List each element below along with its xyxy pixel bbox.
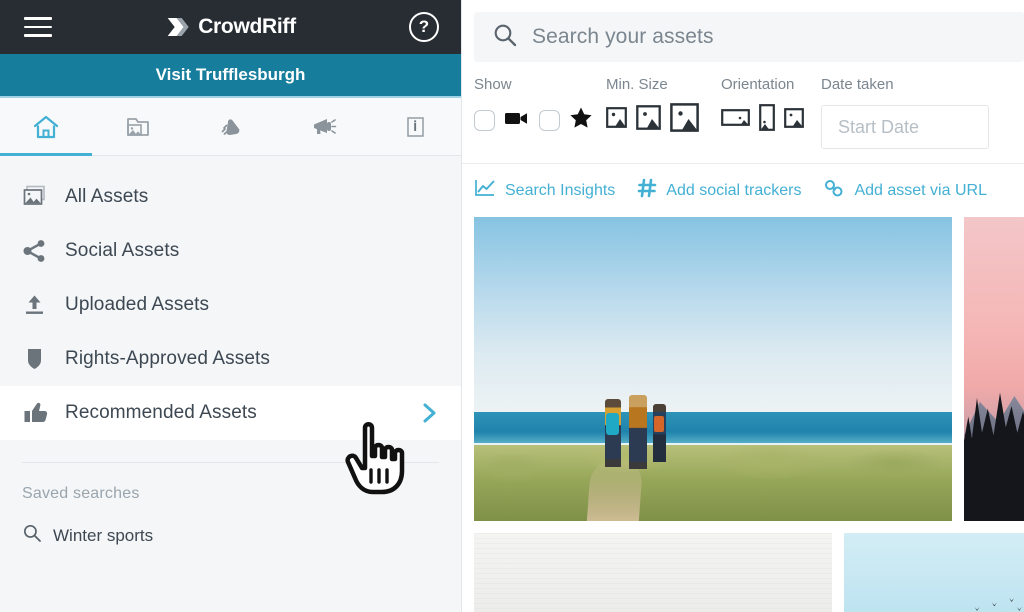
brand-logo-text: CrowdRiff (198, 15, 296, 38)
upload-arrow-icon (22, 292, 56, 318)
video-camera-icon[interactable] (504, 109, 530, 132)
tab-galleries[interactable] (92, 98, 184, 155)
saved-search-label: Winter sports (53, 525, 154, 545)
image-small-icon[interactable] (606, 107, 627, 133)
info-box-icon (407, 116, 424, 137)
sidebar-item-label: Uploaded Assets (65, 294, 210, 315)
filter-checkbox-video[interactable] (474, 109, 495, 131)
sidebar-nav-list: All Assets Social Assets Uploaded Assets… (0, 156, 461, 440)
orientation-portrait-icon[interactable] (759, 104, 775, 136)
asset-card-birds-in-sky[interactable] (844, 533, 1024, 612)
filter-label-date-taken: Date taken (821, 76, 894, 93)
asset-card-sunset-trees[interactable] (964, 217, 1024, 521)
tab-collect[interactable] (184, 98, 276, 155)
sidebar-item-social-assets[interactable]: Social Assets (0, 224, 461, 278)
start-date-placeholder: Start Date (838, 116, 920, 137)
add-social-trackers-link[interactable]: Add social trackers (637, 178, 801, 203)
hand-swipe-icon (221, 118, 239, 135)
saved-searches-heading: Saved searches (22, 485, 140, 502)
help-button[interactable]: ? (409, 12, 439, 42)
chevron-right-icon[interactable] (419, 401, 439, 425)
line-chart-icon (474, 178, 496, 203)
sidebar-item-recommended-assets[interactable]: Recommended Assets (0, 386, 461, 440)
action-label: Search Insights (505, 181, 616, 199)
image-large-icon[interactable] (670, 103, 699, 137)
saved-search-item[interactable]: Winter sports (0, 503, 461, 548)
home-icon (33, 115, 59, 138)
top-header-bar: CrowdRiff ? (0, 0, 461, 54)
shield-icon (22, 346, 56, 372)
filter-group-show: Show (474, 76, 606, 135)
asset-dunes (474, 445, 952, 521)
filter-label-show: Show (474, 76, 512, 93)
star-icon[interactable] (569, 106, 593, 134)
asset-card-beach-walkers[interactable] (474, 217, 952, 521)
asset-path (586, 460, 643, 521)
search-area: Search your assets (462, 0, 1024, 62)
image-medium-icon[interactable] (636, 105, 661, 135)
hashtag-icon (637, 178, 657, 203)
action-label: Add asset via URL (854, 181, 987, 199)
asset-card-dog-in-snow[interactable] (474, 533, 832, 612)
stacked-images-icon (22, 184, 56, 210)
thumbs-up-icon (22, 400, 56, 426)
start-date-input[interactable]: Start Date (821, 105, 989, 149)
search-input-placeholder: Search your assets (532, 25, 714, 48)
main-tab-bar (0, 98, 461, 156)
asset-snow-texture (474, 533, 832, 612)
asset-sky (844, 533, 1024, 612)
sidebar-item-uploaded-assets[interactable]: Uploaded Assets (0, 278, 461, 332)
crowdriff-chevron-logo (167, 18, 189, 36)
add-asset-via-url-link[interactable]: Add asset via URL (823, 178, 987, 203)
filter-label-orientation: Orientation (721, 76, 795, 93)
account-name: Visit Trufflesburgh (155, 65, 306, 84)
tab-home[interactable] (0, 98, 93, 156)
sidebar: CrowdRiff ? Visit Trufflesburgh All Asse… (0, 0, 462, 612)
filter-group-min-size: Min. Size (606, 76, 721, 135)
gallery-row (474, 533, 1024, 612)
filter-bar: Show Min. Size Orientation Date taken St… (462, 62, 1024, 164)
search-icon (492, 22, 518, 53)
brand-logo[interactable]: CrowdRiff (165, 14, 296, 40)
sidebar-item-rights-approved-assets[interactable]: Rights-Approved Assets (0, 332, 461, 386)
sidebar-item-all-assets[interactable]: All Assets (0, 170, 461, 224)
share-nodes-icon (22, 238, 56, 264)
filter-group-orientation: Orientation (721, 76, 821, 135)
action-label: Add social trackers (666, 181, 802, 199)
sidebar-item-label: All Assets (65, 186, 149, 207)
folder-image-icon (127, 117, 150, 136)
sidebar-item-label: Social Assets (65, 240, 180, 261)
hamburger-menu-icon[interactable] (24, 17, 52, 37)
link-icon (823, 178, 845, 203)
orientation-landscape-icon[interactable] (721, 109, 750, 131)
gallery-row (474, 217, 1024, 521)
account-brand-bar: Visit Trufflesburgh (0, 54, 461, 98)
tab-campaigns[interactable] (277, 98, 369, 155)
megaphone-icon (313, 118, 337, 134)
sidebar-item-label: Rights-Approved Assets (65, 348, 270, 369)
sidebar-item-label: Recommended Assets (65, 402, 257, 423)
action-links-row: Search Insights Add social trackers Add … (462, 164, 1024, 217)
tab-info[interactable] (369, 98, 461, 155)
filter-label-min-size: Min. Size (606, 76, 668, 93)
main-panel: Search your assets Show Min. Size Orient… (462, 0, 1024, 612)
search-input[interactable]: Search your assets (474, 12, 1024, 62)
orientation-square-icon[interactable] (784, 107, 804, 133)
asset-figure (653, 403, 667, 462)
filter-checkbox-favorite[interactable] (539, 109, 560, 131)
asset-sky (474, 217, 952, 412)
filter-group-date-taken: Date taken Start Date (821, 76, 1024, 149)
asset-gallery (462, 217, 1024, 612)
search-icon (22, 523, 42, 548)
asset-figure (629, 394, 648, 469)
asset-figure (605, 399, 622, 468)
search-insights-link[interactable]: Search Insights (474, 178, 615, 203)
app-root: CrowdRiff ? Visit Trufflesburgh All Asse… (0, 0, 1024, 612)
